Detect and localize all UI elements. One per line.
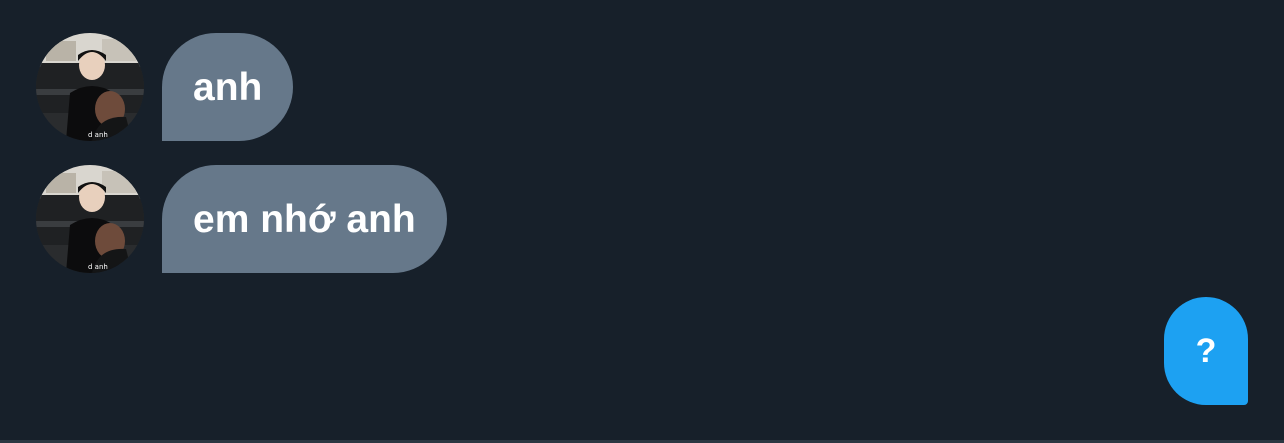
- avatar-photo: d anh: [36, 33, 144, 141]
- question-mark-icon: ?: [1195, 331, 1217, 370]
- user-avatar[interactable]: d anh: [36, 33, 144, 141]
- message-text: em nhớ anh: [193, 197, 416, 241]
- message-text: anh: [193, 65, 263, 109]
- chat-thread: d anh anh d anh em nhớ anh ?: [0, 0, 1284, 440]
- user-avatar[interactable]: d anh: [36, 165, 144, 273]
- svg-text:d anh: d anh: [88, 131, 108, 139]
- avatar-photo: d anh: [36, 165, 144, 273]
- svg-text:d anh: d anh: [88, 263, 108, 271]
- message-bubble[interactable]: em nhớ anh: [162, 165, 447, 273]
- message-row: d anh em nhớ anh: [36, 165, 447, 273]
- help-button[interactable]: ?: [1164, 297, 1248, 405]
- message-bubble[interactable]: anh: [162, 33, 294, 141]
- message-row: d anh anh: [36, 33, 294, 141]
